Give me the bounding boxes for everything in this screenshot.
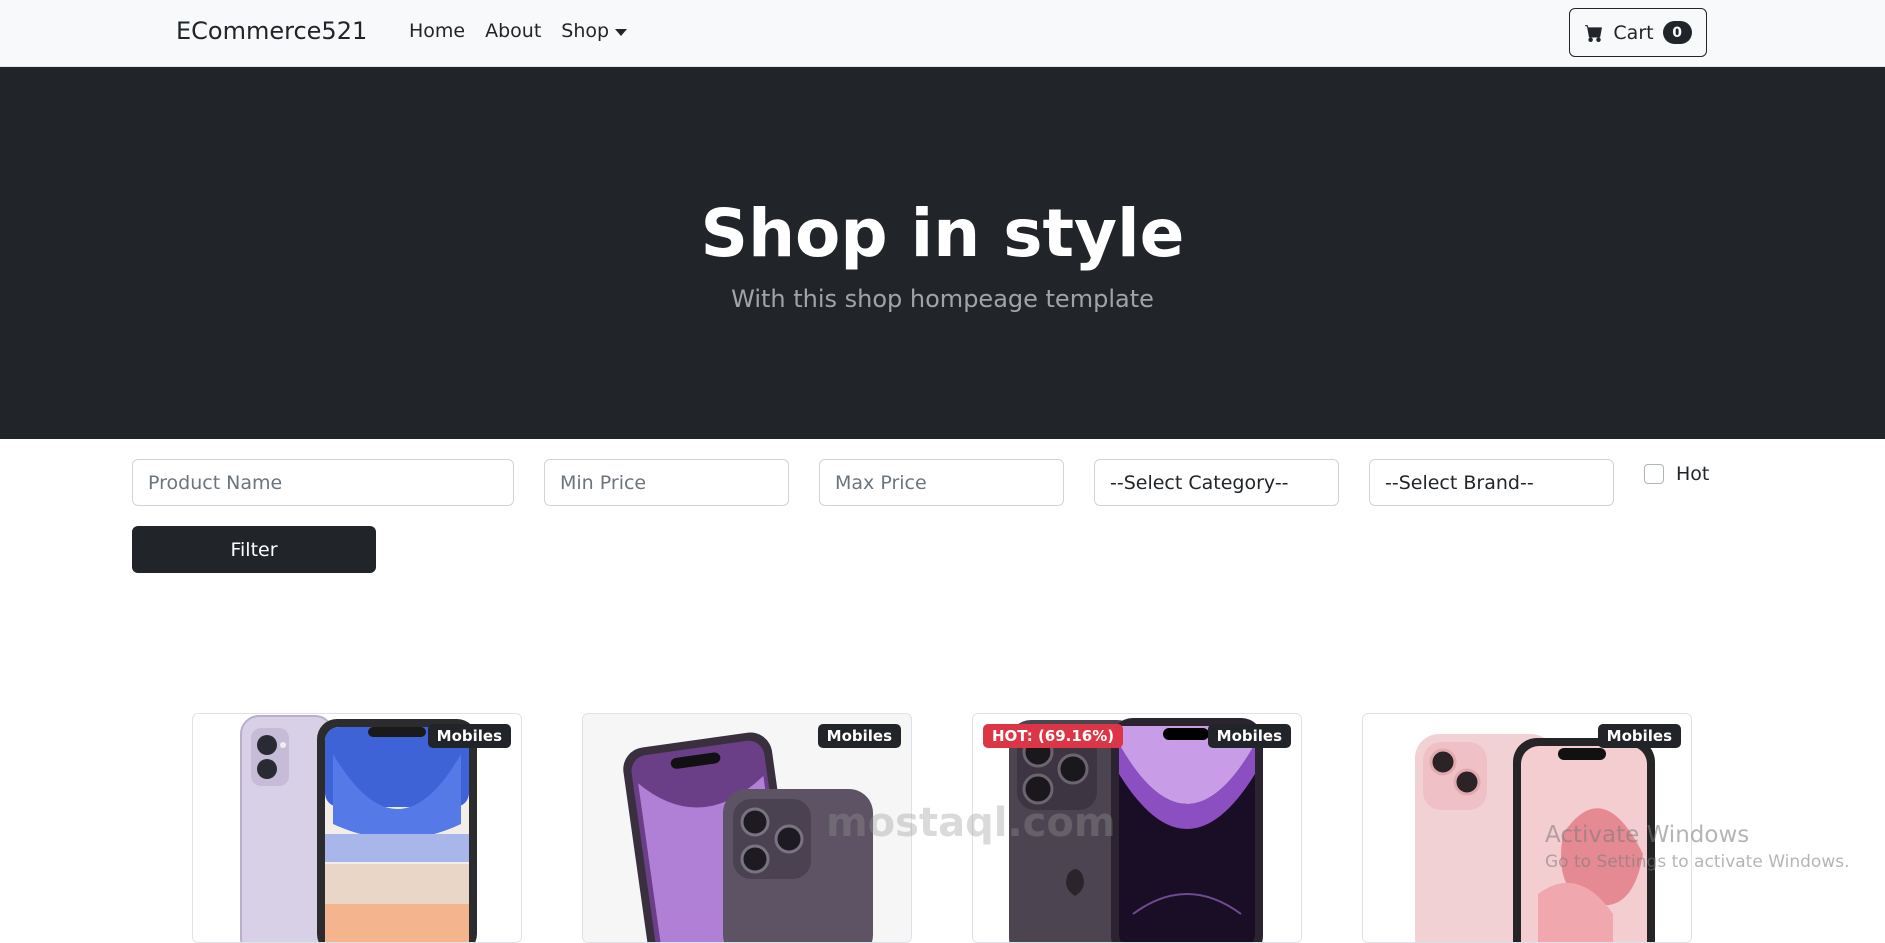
min-price-input[interactable]: [544, 459, 789, 506]
activate-windows-title: Activate Windows: [1545, 822, 1750, 848]
nav-about[interactable]: About: [485, 20, 541, 42]
category-select-value: --Select Category--: [1110, 471, 1289, 494]
watermark: mostaql.com: [826, 800, 1116, 846]
navbar: ECommerce521 Home About Shop Cart 0: [0, 0, 1885, 67]
filter-button[interactable]: Filter: [132, 526, 376, 573]
category-badge: Mobiles: [1207, 724, 1291, 748]
nav-shop-label: Shop: [561, 20, 610, 42]
hero-section: Shop in style With this shop hompeage te…: [0, 67, 1885, 439]
hero-subtitle: With this shop hompeage template: [731, 285, 1154, 313]
nav-home[interactable]: Home: [409, 20, 465, 42]
hot-checkbox-group: Hot: [1644, 463, 1709, 485]
caret-down-icon: [615, 28, 628, 36]
cart-count-badge: 0: [1662, 21, 1692, 44]
hero-title: Shop in style: [700, 195, 1185, 272]
cart-label: Cart: [1613, 21, 1654, 44]
cart-icon: [1585, 24, 1603, 42]
product-card[interactable]: Mobiles: [192, 713, 522, 943]
hot-checkbox[interactable]: [1644, 464, 1664, 484]
category-badge: Mobiles: [1597, 724, 1681, 748]
nav-links: Home About Shop: [409, 20, 647, 42]
category-select[interactable]: --Select Category--: [1094, 459, 1339, 506]
product-name-input[interactable]: [132, 459, 514, 506]
activate-windows-subtitle: Go to Settings to activate Windows.: [1545, 852, 1850, 872]
max-price-input[interactable]: [819, 459, 1064, 506]
category-badge: Mobiles: [817, 724, 901, 748]
cart-button[interactable]: Cart 0: [1569, 8, 1707, 57]
brand-select-value: --Select Brand--: [1385, 471, 1534, 494]
category-badge: Mobiles: [427, 724, 511, 748]
hot-discount-badge: HOT: (69.16%): [983, 724, 1124, 748]
nav-shop-dropdown[interactable]: Shop: [561, 20, 628, 42]
activate-windows-overlay: Activate Windows Go to Settings to activ…: [1545, 822, 1850, 872]
brand-select[interactable]: --Select Brand--: [1369, 459, 1614, 506]
brand-link[interactable]: ECommerce521: [176, 17, 367, 45]
hot-label: Hot: [1676, 463, 1710, 485]
product-image: [240, 715, 477, 942]
